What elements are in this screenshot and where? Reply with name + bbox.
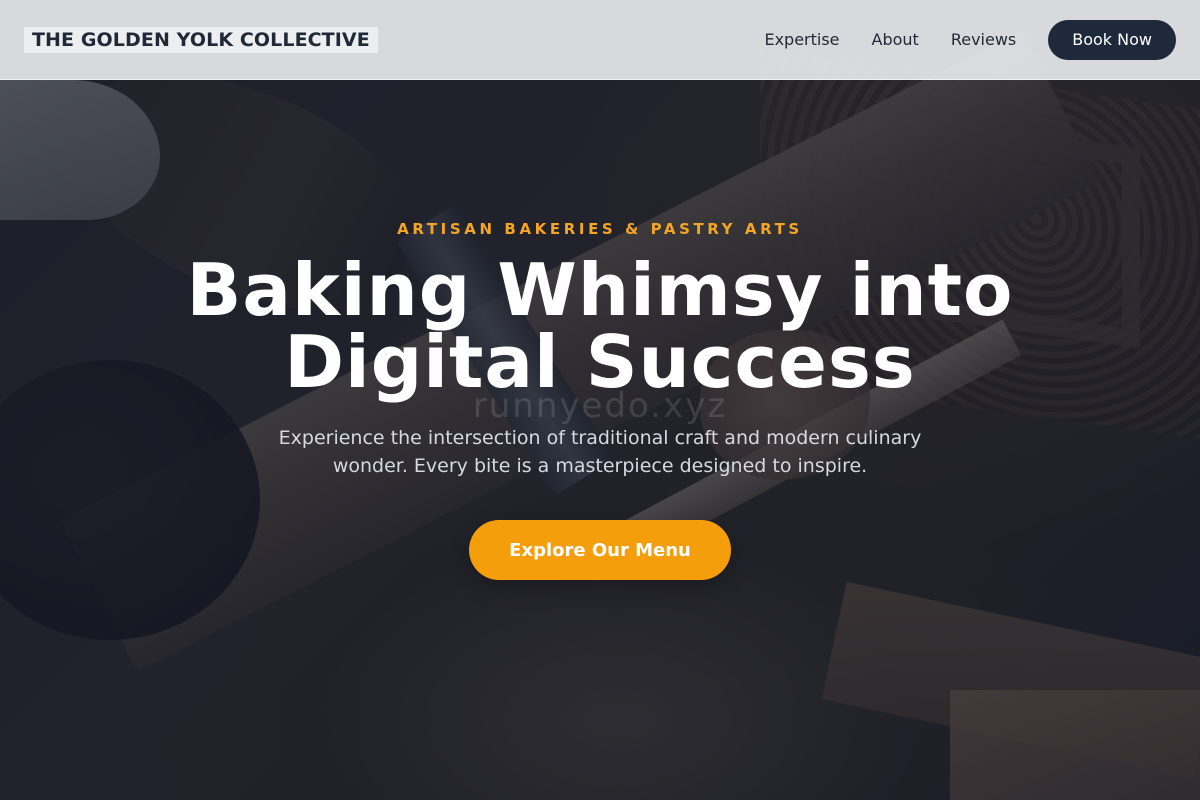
hero-eyebrow: ARTISAN BAKERIES & PASTRY ARTS [397,220,803,238]
hero-subtext: Experience the intersection of tradition… [278,427,922,477]
nav-link-expertise[interactable]: Expertise [764,30,839,49]
nav-link-about[interactable]: About [872,30,919,49]
watermark-text: runnyedo.xyz [472,386,728,426]
nav-link-reviews[interactable]: Reviews [951,30,1016,49]
explore-menu-button[interactable]: Explore Our Menu [469,520,731,580]
main-nav: Expertise About Reviews Book Now [732,19,1176,60]
hero-headline: Baking Whimsy into Digital Success [150,254,1050,398]
hero-section: ARTISAN BAKERIES & PASTRY ARTS Baking Wh… [0,0,1200,800]
brand-logo[interactable]: THE GOLDEN YOLK COLLECTIVE [24,26,378,53]
top-navbar: THE GOLDEN YOLK COLLECTIVE Expertise Abo… [0,0,1200,80]
book-now-button[interactable]: Book Now [1048,19,1176,60]
